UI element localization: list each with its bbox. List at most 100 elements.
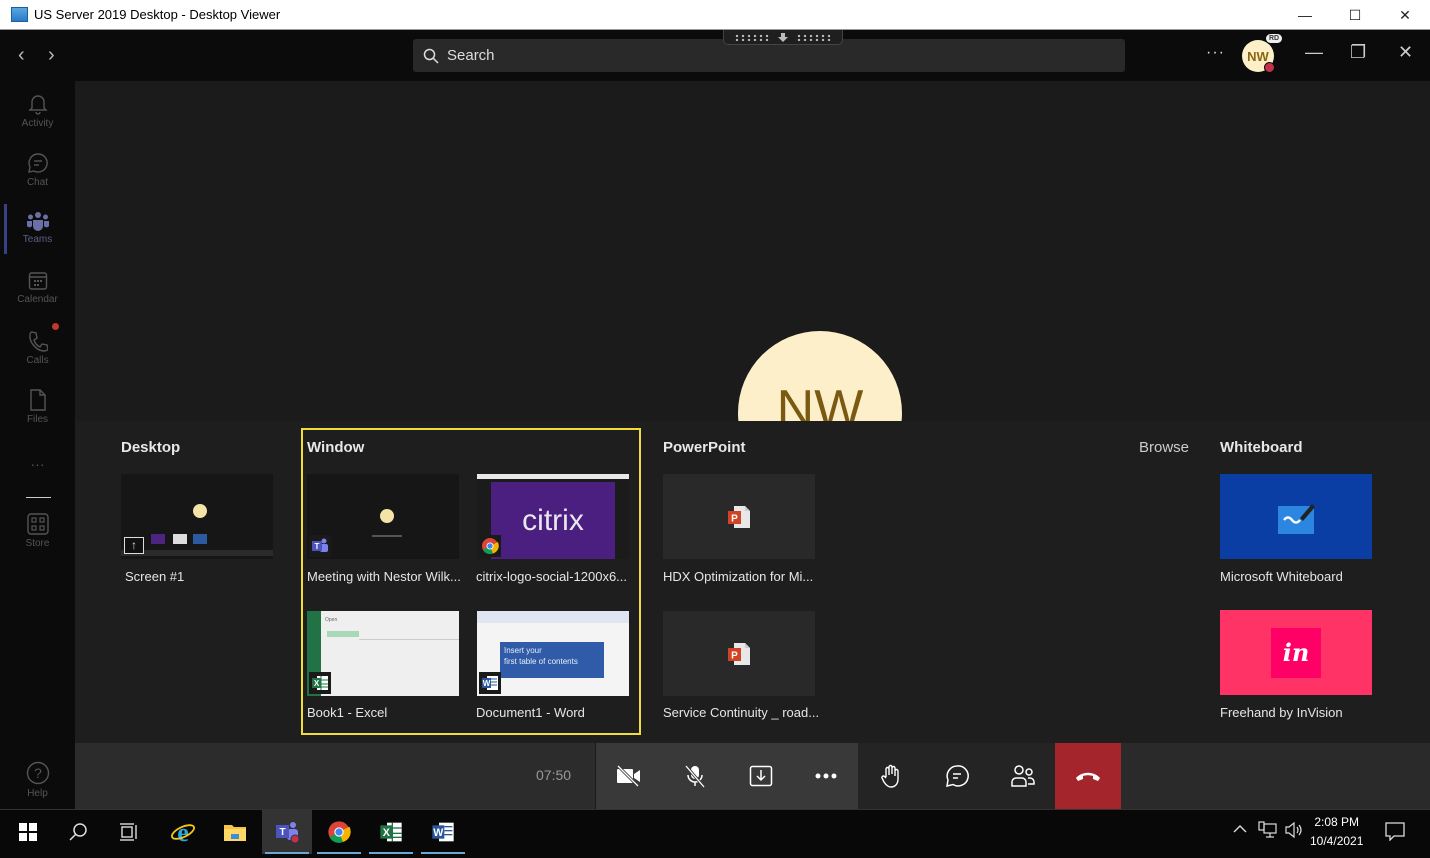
svg-text:X: X [383, 827, 391, 839]
window-close-button[interactable]: ✕ [1382, 0, 1428, 30]
whiteboard-icon [1278, 503, 1315, 534]
network-icon [1258, 821, 1277, 838]
chrome-icon [328, 821, 351, 843]
action-center-button[interactable] [1385, 821, 1405, 846]
clock-date: 10/4/2021 [1310, 834, 1364, 848]
mic-toggle-button[interactable] [662, 743, 727, 809]
rail-label: Help [27, 788, 48, 799]
share-option-invision[interactable]: in [1220, 610, 1372, 695]
svg-text:T: T [279, 827, 285, 838]
share-screen-icon: ↑ [124, 537, 144, 554]
rail-item-teams[interactable]: Teams [0, 211, 75, 245]
search-icon [423, 48, 439, 64]
section-title-desktop: Desktop [121, 439, 181, 456]
grip-icon [734, 33, 770, 41]
teams-close-button[interactable]: ✕ [1398, 42, 1413, 63]
show-hidden-icons-button[interactable] [1233, 821, 1247, 837]
rail-item-activity[interactable]: Activity [0, 93, 75, 129]
taskbar-teams[interactable]: T [262, 810, 312, 854]
rail-item-calls[interactable]: Calls [0, 330, 75, 366]
chat-bubble-icon [945, 765, 969, 788]
camera-toggle-button[interactable] [596, 743, 661, 809]
participants-button[interactable] [990, 743, 1055, 809]
word-ribbon [477, 611, 629, 623]
rail-item-store[interactable]: Store [0, 513, 75, 549]
share-option-ppt-hdx[interactable]: P [663, 474, 815, 559]
teams-app-icon: T [309, 535, 331, 557]
share-content-button[interactable] [728, 743, 793, 809]
running-indicator [369, 852, 413, 854]
task-view-button[interactable] [104, 810, 154, 854]
more-options-button[interactable]: ··· [1206, 44, 1225, 62]
people-icon [1010, 765, 1035, 787]
rail-more-apps[interactable]: ··· [0, 456, 75, 472]
svg-text:W: W [433, 827, 444, 839]
rail-item-calendar[interactable]: Calendar [0, 271, 75, 305]
section-title-powerpoint: PowerPoint [663, 439, 746, 456]
powerpoint-file-icon: P [728, 642, 750, 665]
thumb-avatar [380, 509, 394, 523]
share-option-ppt-service[interactable]: P [663, 611, 815, 696]
teams-app-icon: T [276, 822, 300, 844]
citrix-toolbar-handle[interactable] [723, 30, 843, 45]
thumb-avatar [193, 504, 207, 518]
mic-off-icon [684, 765, 705, 788]
svg-text:T: T [315, 542, 320, 551]
taskbar-excel[interactable]: X [366, 810, 416, 854]
svg-text:P: P [731, 650, 738, 661]
taskbar-chrome[interactable] [314, 810, 364, 854]
participant-avatar: NW [738, 331, 902, 421]
rail-divider [26, 497, 51, 498]
browse-button[interactable]: Browse [1139, 439, 1189, 456]
share-option-citrix-chrome[interactable]: citrix [477, 474, 629, 559]
network-button[interactable] [1258, 821, 1278, 844]
rail-item-chat[interactable]: Chat [0, 152, 75, 188]
share-option-teams-meeting[interactable]: T [307, 474, 459, 559]
share-option-caption: HDX Optimization for Mi... [663, 569, 814, 584]
windows-taskbar: e T X W 2:08 PM 10/4/2021 [0, 809, 1430, 858]
store-icon [26, 513, 49, 535]
share-option-caption: Freehand by InVision [1220, 705, 1343, 720]
folder-icon [224, 825, 246, 841]
citrix-logo: citrix [491, 482, 615, 559]
bell-icon [27, 95, 48, 115]
share-option-word[interactable]: Insert your first table of contents W [477, 611, 629, 696]
share-option-excel[interactable]: Open X [307, 611, 459, 696]
share-option-caption: citrix-logo-social-1200x6... [476, 569, 628, 584]
window-maximize-button[interactable]: ☐ [1332, 0, 1378, 30]
more-actions-button[interactable] [793, 743, 858, 809]
hang-up-button[interactable] [1055, 743, 1121, 809]
thumb-text: Insert your [504, 646, 542, 655]
taskbar-ie[interactable]: e [158, 810, 208, 854]
word-app-icon: W [479, 672, 501, 694]
taskbar-word[interactable]: W [418, 810, 468, 854]
share-option-ms-whiteboard[interactable] [1220, 474, 1372, 559]
excel-icon: X [380, 822, 402, 842]
window-minimize-button[interactable]: — [1282, 0, 1328, 30]
teams-minimize-button[interactable]: — [1305, 42, 1323, 63]
notification-dot [52, 323, 59, 330]
clock[interactable]: 2:08 PM 10/4/2021 [1310, 813, 1363, 851]
meeting-stage: NW [75, 81, 1430, 421]
teams-restore-button[interactable]: ❐ [1350, 42, 1366, 63]
volume-button[interactable] [1284, 821, 1304, 844]
svg-text:X: X [314, 679, 320, 688]
clock-time: 2:08 PM [1314, 815, 1360, 829]
taskbar-file-explorer[interactable] [210, 810, 260, 854]
search-icon [69, 823, 87, 841]
window-title: US Server 2019 Desktop - Desktop Viewer [34, 7, 281, 22]
taskbar-search-button[interactable] [53, 810, 103, 854]
rail-item-files[interactable]: Files [0, 389, 75, 425]
share-option-screen-1[interactable]: ↑ [121, 474, 273, 559]
svg-text:W: W [483, 679, 491, 688]
back-button[interactable]: ‹ [18, 44, 25, 67]
call-timer: 07:50 [536, 767, 572, 783]
chevron-up-icon [1233, 825, 1247, 833]
raise-hand-button[interactable] [858, 743, 923, 809]
forward-button[interactable]: › [48, 44, 55, 67]
conversation-button[interactable] [924, 743, 989, 809]
rail-item-help[interactable]: ? Help [0, 761, 75, 799]
internet-explorer-icon: e [171, 819, 195, 845]
start-button[interactable] [3, 810, 53, 854]
chrome-app-icon [479, 535, 501, 557]
